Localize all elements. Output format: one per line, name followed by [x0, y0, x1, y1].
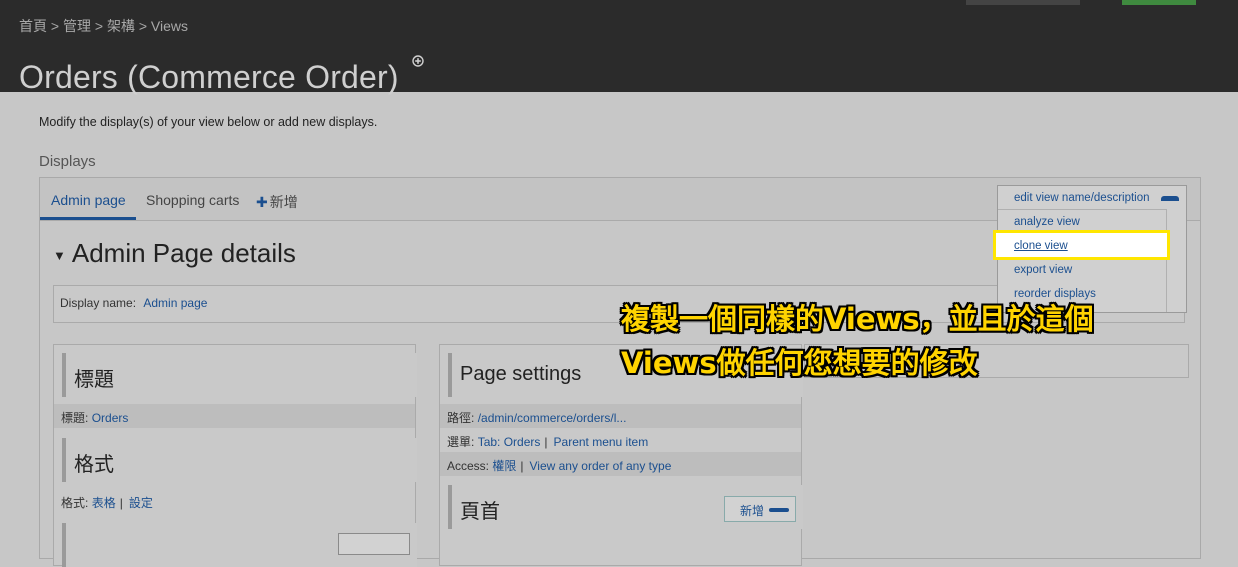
path-value-link[interactable]: /admin/commerce/orders/l...	[478, 411, 627, 425]
fields-add-button[interactable]	[338, 533, 410, 555]
header-add-label: 新增	[740, 504, 765, 518]
add-display-label: 新增	[269, 194, 298, 210]
display-name-label: Display name:	[60, 296, 137, 310]
breadcrumb-views[interactable]: Views	[151, 18, 188, 34]
format-settings-link[interactable]: 設定	[129, 496, 153, 510]
displays-heading: Displays	[39, 153, 96, 170]
display-name-label-wrap: Display name: Admin page	[60, 296, 207, 310]
path-label: 路徑:	[447, 411, 475, 425]
page-header: 首頁 > 管理 > 架構 > Views Orders (Commerce Or…	[0, 0, 1238, 95]
edit-view-name-link[interactable]: edit view name/description	[1014, 192, 1150, 204]
section-format: 格式	[62, 438, 417, 482]
menu-row: 選單: Tab: Orders | Parent menu item	[440, 428, 801, 452]
breadcrumb-home[interactable]: 首頁	[19, 18, 47, 34]
annotation-line-2: Views做任何您想要的修改	[621, 346, 978, 380]
title-label: 標題:	[61, 411, 89, 425]
header-add-button[interactable]: 新增	[724, 496, 796, 522]
export-view-link[interactable]: export view	[1014, 264, 1072, 276]
active-tab-indicator	[40, 217, 136, 220]
access-value-link[interactable]: 權限	[492, 459, 516, 473]
dropdown-toggle-icon[interactable]	[1161, 196, 1179, 201]
divider	[1166, 209, 1167, 312]
column-first: 標題 標題: Orders 格式 格式: 表格 | 設定	[53, 344, 417, 567]
plus-icon: ✚	[256, 194, 268, 210]
dropdown-arrow-icon	[769, 508, 789, 512]
divider	[998, 209, 1166, 210]
analyze-view-link[interactable]: analyze view	[1014, 216, 1080, 228]
breadcrumb-separator: >	[138, 18, 148, 34]
breadcrumb-separator: >	[50, 18, 60, 34]
access-label: Access:	[447, 459, 490, 473]
plus-circle-icon[interactable]	[412, 55, 424, 67]
title-row: 標題: Orders	[54, 404, 415, 428]
separator: |	[544, 435, 548, 449]
section-title: 標題	[62, 353, 417, 397]
caret-down-icon: ▼	[53, 247, 66, 263]
path-row: 路徑: /admin/commerce/orders/l...	[440, 404, 801, 428]
access-row: Access: 權限 | View any order of any type	[440, 452, 801, 476]
toolbar-tab-stub[interactable]	[966, 0, 1080, 5]
annotation-line-1: 複製一個同樣的Views，並且於這個	[621, 302, 1094, 336]
header-section-heading: 頁首	[460, 501, 500, 523]
display-name-link[interactable]: Admin page	[143, 296, 207, 310]
format-value-link[interactable]: 表格	[92, 496, 116, 510]
tab-shopping-carts[interactable]: Shopping carts	[146, 192, 239, 208]
toolbar-active-tab-stub[interactable]	[1122, 0, 1196, 5]
title-value-link[interactable]: Orders	[92, 411, 129, 425]
breadcrumb: 首頁 > 管理 > 架構 > Views	[19, 16, 188, 36]
breadcrumb-structure[interactable]: 架構	[107, 18, 135, 34]
access-permission-link[interactable]: View any order of any type	[530, 459, 672, 473]
clone-view-link[interactable]: clone view	[1014, 240, 1068, 252]
breadcrumb-admin[interactable]: 管理	[63, 18, 91, 34]
add-display-button[interactable]: ✚ 新增	[256, 192, 298, 212]
breadcrumb-separator: >	[94, 18, 104, 34]
clone-view-highlight[interactable]: clone view	[993, 230, 1170, 260]
details-title: Admin Page details	[71, 238, 296, 268]
separator: |	[119, 496, 123, 510]
parent-menu-link[interactable]: Parent menu item	[554, 435, 649, 449]
section-format-heading: 格式	[74, 454, 114, 476]
menu-label: 選單:	[447, 435, 475, 449]
menu-value-link[interactable]: Tab: Orders	[478, 435, 541, 449]
format-row: 格式: 表格 | 設定	[54, 489, 415, 513]
separator: |	[520, 459, 524, 473]
page-title: Orders (Commerce Order)	[19, 59, 399, 96]
tab-admin-page[interactable]: Admin page	[51, 192, 126, 208]
intro-text: Modify the display(s) of your view below…	[39, 115, 378, 129]
format-label: 格式:	[61, 496, 89, 510]
details-heading[interactable]: ▼ Admin Page details	[53, 238, 296, 269]
page-settings-heading: Page settings	[460, 363, 582, 385]
section-title-heading: 標題	[74, 369, 114, 391]
